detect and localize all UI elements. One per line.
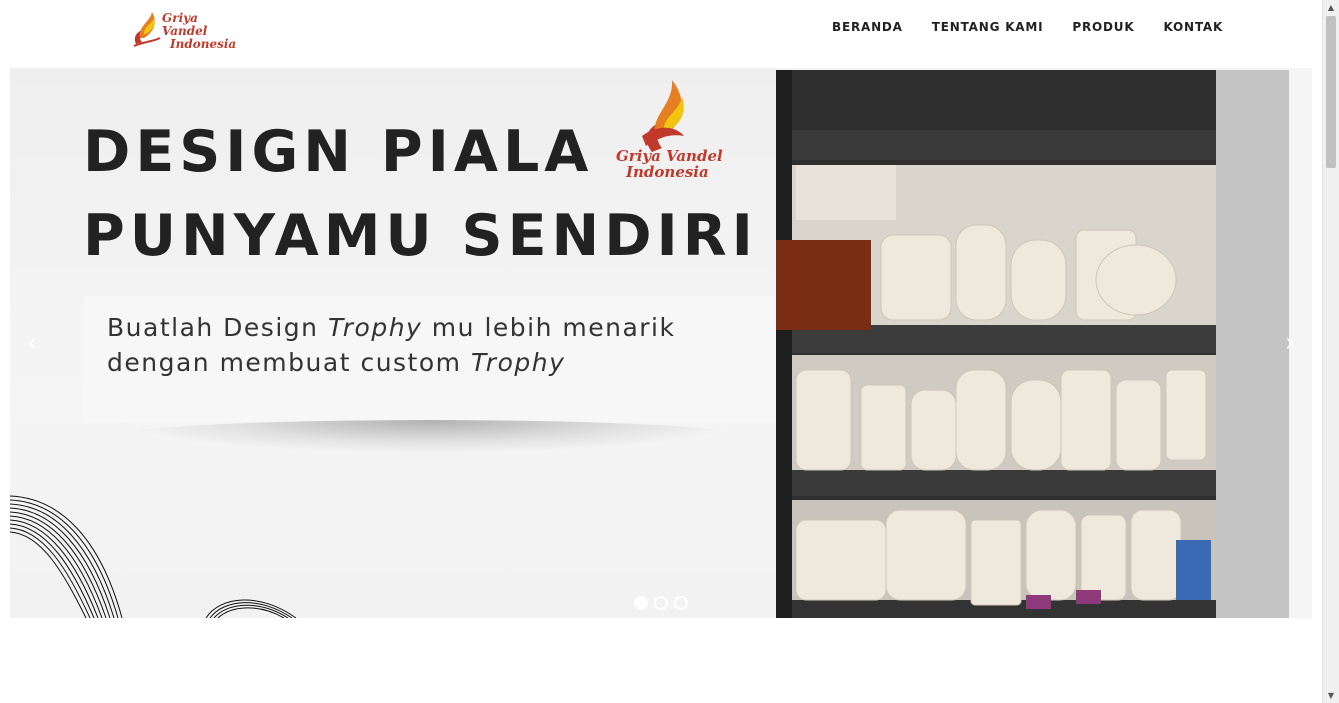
logo-line-1: Griya Vandel	[162, 11, 208, 38]
slider-dot-3[interactable]	[674, 596, 688, 610]
badge-line-1: Griya Vandel	[616, 147, 723, 165]
slider-dot-1[interactable]	[634, 596, 648, 610]
subtitle-line-2-em: Trophy	[470, 348, 566, 377]
subtitle-line-1-a: Buatlah Design	[107, 313, 328, 342]
subtitle-shadow	[110, 420, 750, 454]
brand-badge: Griya Vandel Indonesia	[614, 76, 723, 186]
badge-line-2: Indonesia	[626, 163, 709, 181]
logo-line-2: Indonesia	[170, 37, 237, 51]
headline-line-2: PUNYAMU SENDIRI	[83, 203, 758, 269]
slide-content: DESIGN PIALA PUNYAMU SENDIRI Griya Vande…	[10, 68, 776, 618]
subtitle-line-1-b: mu lebih menarik	[422, 313, 676, 342]
prev-slide-arrow-icon[interactable]: ‹	[22, 328, 42, 358]
hero-slider[interactable]: DESIGN PIALA PUNYAMU SENDIRI Griya Vande…	[10, 68, 1312, 618]
site-header: Griya Vandel Indonesia BERANDA TENTANG K…	[0, 0, 1322, 68]
subtitle-line-2: dengan membuat custom Trophy	[107, 345, 675, 380]
photo-side-panel	[1216, 70, 1289, 618]
logo-text: Griya Vandel Indonesia	[162, 12, 245, 51]
slider-dot-2[interactable]	[654, 596, 668, 610]
scroll-up-icon[interactable]: ▲	[1323, 0, 1339, 15]
scroll-down-icon[interactable]: ▼	[1323, 688, 1339, 703]
page-scrollbar[interactable]: ▲ ▼	[1322, 0, 1339, 703]
slider-dots	[634, 596, 688, 610]
hero-subtitle: Buatlah Design Trophy mu lebih menarik d…	[107, 310, 675, 380]
subtitle-line-2-a: dengan membuat custom	[107, 348, 471, 377]
flame-logo-icon	[133, 12, 161, 47]
badge-text: Griya Vandel Indonesia	[616, 148, 723, 180]
scroll-thumb[interactable]	[1326, 16, 1336, 168]
trophy-shelf-illustration	[776, 70, 1216, 618]
nav-kontak[interactable]: KONTAK	[1163, 20, 1223, 34]
flame-badge-icon	[642, 80, 684, 152]
decorative-waves	[10, 495, 297, 618]
main-nav: BERANDA TENTANG KAMI PRODUK KONTAK	[832, 20, 1252, 34]
subtitle-line-1: Buatlah Design Trophy mu lebih menarik	[107, 310, 675, 345]
trophy-shelf-image	[776, 70, 1216, 618]
subtitle-box: Buatlah Design Trophy mu lebih menarik d…	[83, 296, 776, 422]
nav-produk[interactable]: PRODUK	[1072, 20, 1134, 34]
nav-beranda[interactable]: BERANDA	[832, 20, 903, 34]
next-slide-arrow-icon[interactable]: ›	[1280, 328, 1300, 358]
subtitle-line-1-em: Trophy	[327, 313, 423, 342]
nav-tentang-kami[interactable]: TENTANG KAMI	[932, 20, 1044, 34]
site-logo[interactable]: Griya Vandel Indonesia	[130, 8, 245, 51]
